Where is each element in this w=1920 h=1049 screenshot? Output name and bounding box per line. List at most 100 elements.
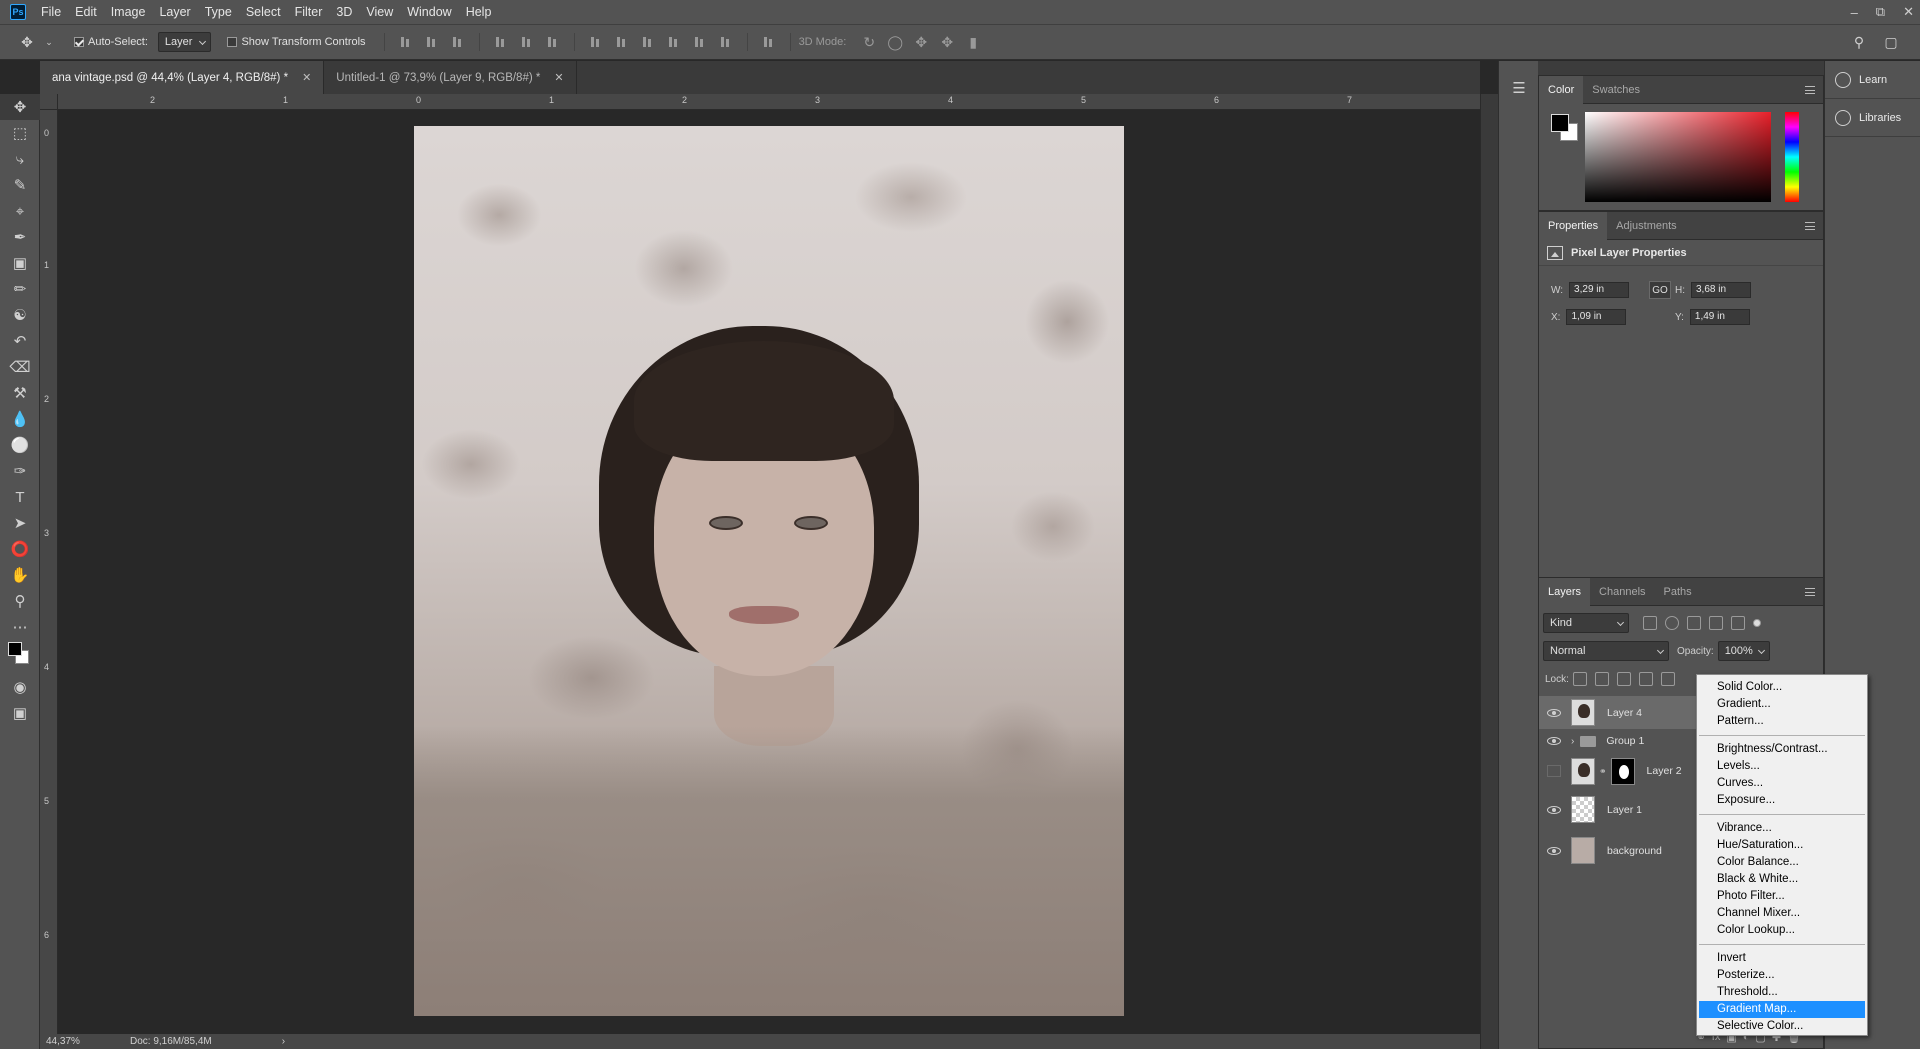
brush-tool-icon[interactable]: ✏ bbox=[0, 276, 40, 302]
auto-align-icon[interactable] bbox=[762, 35, 776, 49]
ellipse-tool-icon[interactable]: ⭕ bbox=[0, 536, 40, 562]
layer-row-background[interactable]: background bbox=[1539, 834, 1699, 867]
x-input[interactable]: 1,09 in bbox=[1566, 309, 1627, 325]
restore-icon[interactable]: ⧉ bbox=[1876, 4, 1885, 20]
tab-layers[interactable]: Layers bbox=[1539, 577, 1591, 606]
tab-channels[interactable]: Channels bbox=[1590, 578, 1654, 606]
color-fg-bg[interactable] bbox=[1551, 114, 1581, 144]
visibility-eye-icon[interactable] bbox=[1547, 805, 1561, 814]
document-canvas[interactable] bbox=[414, 126, 1124, 1016]
menu-window[interactable]: Window bbox=[400, 0, 458, 24]
menu-item-selective-color[interactable]: Selective Color... bbox=[1697, 1018, 1867, 1035]
visibility-eye-icon[interactable] bbox=[1547, 737, 1561, 745]
link-dimensions-icon[interactable]: GO bbox=[1649, 281, 1671, 299]
tool-preset-chevron-icon[interactable]: ⌄ bbox=[44, 33, 54, 51]
close-icon[interactable]: ✕ bbox=[302, 71, 311, 84]
more-tools-icon[interactable]: ⋯ bbox=[0, 614, 40, 640]
zoom-tool-icon[interactable]: ⚲ bbox=[0, 588, 40, 614]
hue-slider[interactable] bbox=[1785, 112, 1799, 202]
menu-item-threshold[interactable]: Threshold... bbox=[1697, 984, 1867, 1001]
blur-tool-icon[interactable]: 💧 bbox=[0, 406, 40, 432]
filter-pixel-icon[interactable] bbox=[1643, 616, 1657, 630]
align-hcenter-icon[interactable] bbox=[520, 35, 534, 49]
opacity-input[interactable]: 100% bbox=[1717, 641, 1770, 661]
filter-toggle-icon[interactable] bbox=[1753, 619, 1761, 627]
menu-item-color-balance[interactable]: Color Balance... bbox=[1697, 854, 1867, 871]
3d-orbit-icon[interactable]: ↻ bbox=[860, 33, 878, 51]
menu-select[interactable]: Select bbox=[239, 0, 288, 24]
menu-item-curves[interactable]: Curves... bbox=[1697, 775, 1867, 792]
menu-3d[interactable]: 3D bbox=[329, 0, 359, 24]
lasso-tool-icon[interactable]: ⤷ bbox=[0, 146, 40, 172]
menu-file[interactable]: File bbox=[34, 0, 68, 24]
layer-mask-thumbnail[interactable] bbox=[1610, 757, 1635, 785]
filter-adjustment-icon[interactable] bbox=[1665, 616, 1679, 630]
3d-slide-icon[interactable]: ✥ bbox=[938, 33, 956, 51]
marquee-tool-icon[interactable]: ⬚ bbox=[0, 120, 40, 146]
layer-filter-dropdown[interactable]: Kind bbox=[1543, 613, 1629, 633]
menu-filter[interactable]: Filter bbox=[288, 0, 330, 24]
eraser-tool-icon[interactable]: ⌫ bbox=[0, 354, 40, 380]
width-input[interactable]: 3,29 in bbox=[1569, 282, 1630, 298]
quick-select-tool-icon[interactable]: ✎ bbox=[0, 172, 40, 198]
align-top-icon[interactable] bbox=[399, 35, 413, 49]
menu-type[interactable]: Type bbox=[198, 0, 239, 24]
layer-row-group-1[interactable]: › Group 1 bbox=[1539, 729, 1699, 753]
libraries-button[interactable]: Libraries bbox=[1825, 99, 1920, 137]
distribute-hcenter-icon[interactable] bbox=[693, 35, 707, 49]
distribute-vcenter-icon[interactable] bbox=[615, 35, 629, 49]
align-right-icon[interactable] bbox=[546, 35, 560, 49]
dodge-tool-icon[interactable]: ⚪ bbox=[0, 432, 40, 458]
pen-tool-icon[interactable]: ✑ bbox=[0, 458, 40, 484]
paint-bucket-tool-icon[interactable]: ⚒ bbox=[0, 380, 40, 406]
menu-item-invert[interactable]: Invert bbox=[1697, 950, 1867, 967]
height-input[interactable]: 3,68 in bbox=[1691, 282, 1751, 298]
menu-item-pattern[interactable]: Pattern... bbox=[1697, 713, 1867, 730]
align-vcenter-icon[interactable] bbox=[425, 35, 439, 49]
workspace-icon[interactable]: ▢ bbox=[1882, 33, 1900, 51]
lock-pixels-icon[interactable] bbox=[1594, 672, 1609, 686]
history-brush-tool-icon[interactable]: ↶ bbox=[0, 328, 40, 354]
distribute-right-icon[interactable] bbox=[719, 35, 733, 49]
foreground-color-swatch[interactable] bbox=[1551, 114, 1569, 132]
menu-item-color-lookup[interactable]: Color Lookup... bbox=[1697, 922, 1867, 939]
menu-item-gradient-map[interactable]: Gradient Map... bbox=[1699, 1001, 1865, 1018]
menu-item-photo-filter[interactable]: Photo Filter... bbox=[1697, 888, 1867, 905]
layer-row-layer-4[interactable]: Layer 4 bbox=[1539, 696, 1699, 729]
visibility-eye-icon[interactable] bbox=[1547, 846, 1561, 855]
tab-properties[interactable]: Properties bbox=[1539, 211, 1608, 240]
screen-mode-icon[interactable]: ▣ bbox=[0, 700, 40, 726]
distribute-bottom-icon[interactable] bbox=[641, 35, 655, 49]
clone-stamp-tool-icon[interactable]: ☯ bbox=[0, 302, 40, 328]
tab-adjustments[interactable]: Adjustments bbox=[1607, 212, 1686, 240]
menu-edit[interactable]: Edit bbox=[68, 0, 104, 24]
menu-item-solid-color[interactable]: Solid Color... bbox=[1697, 679, 1867, 696]
menu-item-posterize[interactable]: Posterize... bbox=[1697, 967, 1867, 984]
color-field[interactable] bbox=[1585, 112, 1771, 202]
move-tool-icon[interactable]: ✥ bbox=[0, 94, 40, 120]
color-swatches[interactable] bbox=[0, 640, 40, 674]
tab-color[interactable]: Color bbox=[1539, 75, 1584, 104]
menu-item-levels[interactable]: Levels... bbox=[1697, 758, 1867, 775]
search-icon[interactable]: ⚲ bbox=[1850, 33, 1868, 51]
eyedropper-tool-icon[interactable]: ✒ bbox=[0, 224, 40, 250]
close-icon[interactable]: ✕ bbox=[1903, 4, 1914, 20]
layer-row-layer-1[interactable]: Layer 1 bbox=[1539, 793, 1699, 826]
tab-untitled-1[interactable]: Untitled-1 @ 73,9% (Layer 9, RGB/8#) * ✕ bbox=[324, 61, 577, 94]
minimize-icon[interactable]: – bbox=[1851, 5, 1858, 20]
menu-help[interactable]: Help bbox=[459, 0, 499, 24]
path-selection-tool-icon[interactable]: ➤ bbox=[0, 510, 40, 536]
menu-item-channel-mixer[interactable]: Channel Mixer... bbox=[1697, 905, 1867, 922]
foreground-color-swatch[interactable] bbox=[8, 642, 22, 656]
learn-button[interactable]: Learn bbox=[1825, 61, 1920, 99]
3d-drag-icon[interactable]: ✥ bbox=[912, 33, 930, 51]
filter-smart-object-icon[interactable] bbox=[1731, 616, 1745, 630]
zoom-level[interactable]: 44,37% bbox=[46, 1036, 116, 1047]
close-icon[interactable]: ✕ bbox=[554, 71, 563, 84]
show-transform-checkbox[interactable] bbox=[227, 37, 238, 47]
lock-artboard-icon[interactable] bbox=[1638, 672, 1653, 686]
align-left-icon[interactable] bbox=[494, 35, 508, 49]
panel-menu-icon[interactable] bbox=[1805, 222, 1815, 230]
menu-item-gradient[interactable]: Gradient... bbox=[1697, 696, 1867, 713]
auto-select-target-dropdown[interactable]: Layer bbox=[157, 32, 212, 52]
